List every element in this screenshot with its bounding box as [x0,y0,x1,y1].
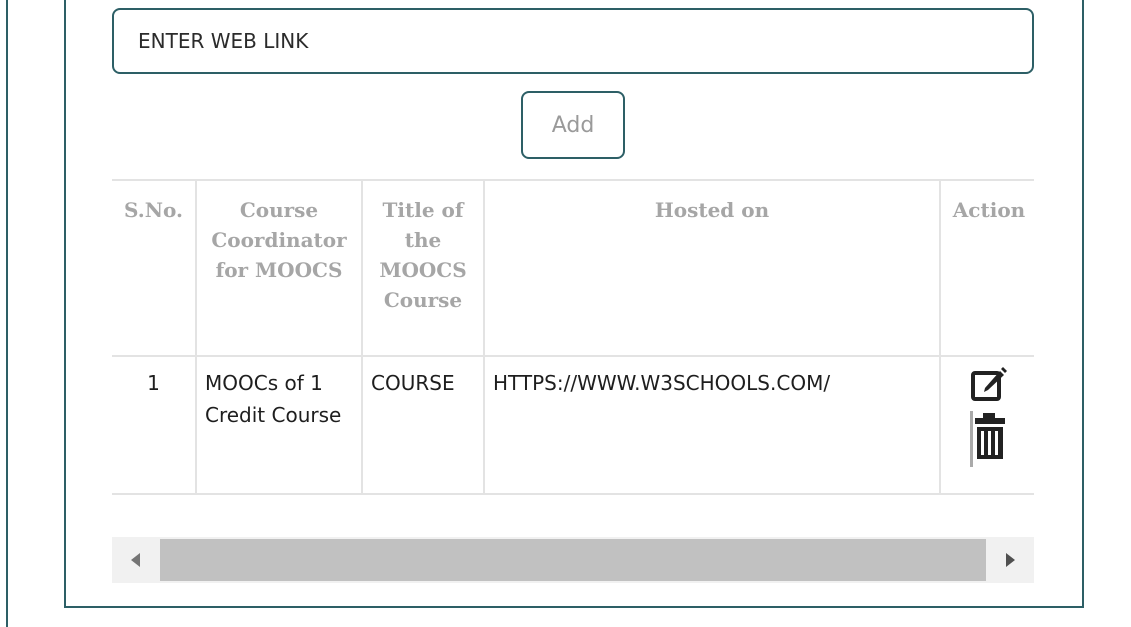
trash-icon[interactable] [969,411,1009,469]
cell-coordinator: MOOCs of 1 Credit Course [195,355,363,495]
scroll-left-arrow-icon [131,553,140,567]
scroll-left-button[interactable] [112,537,160,583]
edit-icon[interactable] [969,365,1009,405]
scrollbar-thumb[interactable] [160,539,986,581]
add-button[interactable]: Add [521,91,625,159]
page-left-border [6,0,8,627]
scroll-right-arrow-icon [1006,553,1015,567]
cell-title: COURSE [361,355,485,495]
scroll-right-button[interactable] [986,537,1034,583]
table-row: 1 MOOCs of 1 Credit Course COURSE HTTPS:… [112,355,1034,495]
horizontal-scrollbar[interactable] [112,537,1034,583]
table-header-row: S.No. Course Coordinator for MOOCS Title… [112,179,1034,357]
web-link-input-text: ENTER WEB LINK [138,29,309,53]
header-sno: S.No. [112,179,197,357]
header-title: Title of the MOOCS Course [361,179,485,357]
cell-hosted-on: HTTPS://WWW.W3SCHOOLS.COM/ [483,355,941,495]
cell-sno: 1 [112,355,197,495]
header-action: Action [939,179,1034,357]
header-hosted-on: Hosted on [483,179,941,357]
header-coordinator: Course Coordinator for MOOCS [195,179,363,357]
web-link-input[interactable]: ENTER WEB LINK [112,8,1034,74]
moocs-table: S.No. Course Coordinator for MOOCS Title… [112,179,1034,495]
cell-action [939,355,1034,495]
moocs-table-container: S.No. Course Coordinator for MOOCS Title… [112,179,1034,497]
